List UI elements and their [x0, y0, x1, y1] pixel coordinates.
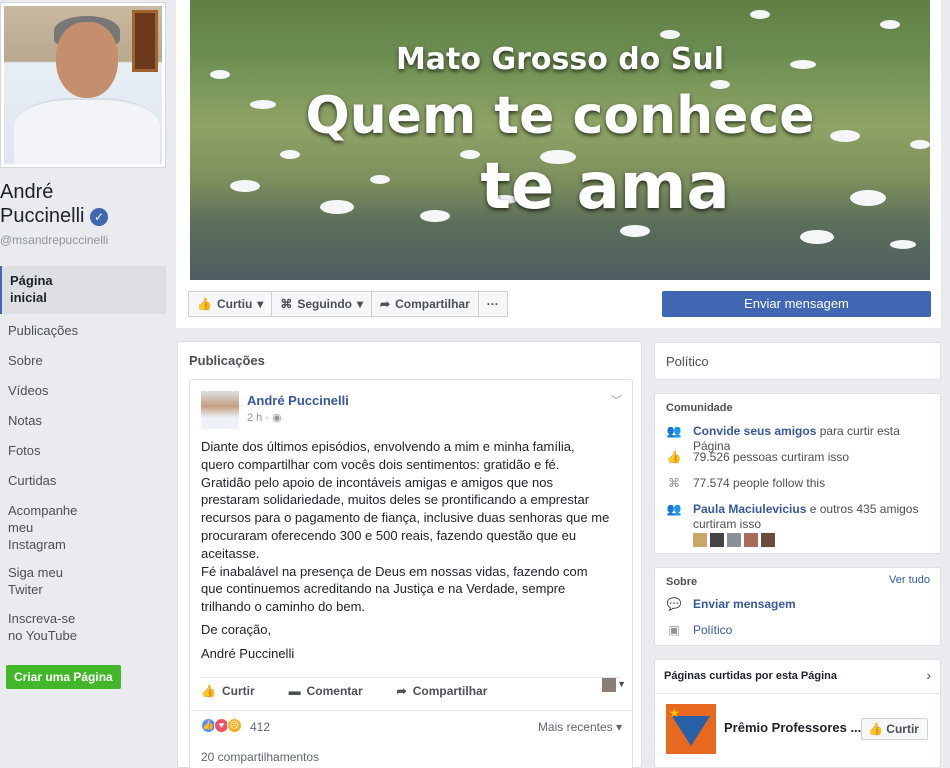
- nav-item-youtube[interactable]: Inscreva-se no YouTube: [0, 606, 166, 652]
- rss-icon: ⌘: [668, 476, 680, 490]
- rss-icon: ⌘: [280, 297, 293, 311]
- about-category-link[interactable]: Político: [693, 623, 732, 638]
- nav-item-posts[interactable]: Publicações: [0, 318, 166, 348]
- chevron-down-icon: ▾: [356, 297, 364, 311]
- post-card: André Puccinelli 2 h · ◉ ﹀ Diante dos úl…: [189, 379, 633, 768]
- see-all-link[interactable]: Ver tudo: [889, 574, 930, 586]
- post-options-chevron-icon[interactable]: ﹀: [611, 392, 622, 408]
- send-message-button[interactable]: Enviar mensagem: [662, 291, 931, 317]
- nav-item-home[interactable]: Página inicial: [0, 266, 166, 314]
- post-like-button[interactable]: 👍 Curtir: [201, 684, 255, 698]
- verified-badge-icon: ✓: [90, 208, 109, 226]
- about-category-row: ▣ Político: [666, 623, 936, 638]
- globe-icon: ◉: [272, 412, 282, 424]
- chevron-down-icon[interactable]: ▼: [617, 679, 626, 689]
- chevron-down-icon: ▾: [257, 297, 264, 311]
- comment-bubble-icon: ▬: [288, 683, 301, 698]
- profile-photo[interactable]: [0, 2, 166, 168]
- messenger-icon: 💬: [666, 597, 682, 611]
- category-tag-icon: ▣: [668, 623, 680, 637]
- thumbs-up-icon: 👍: [666, 450, 682, 464]
- likes-count-row: 👍 79.526 pessoas curtiram isso: [666, 450, 850, 464]
- about-title: Sobre: [666, 576, 698, 588]
- cover-title-line1: Mato Grosso do Sul: [395, 42, 725, 77]
- like-page-button[interactable]: 👍 Curtiu ▾: [189, 292, 273, 316]
- nav-item-notes[interactable]: Notas: [0, 408, 166, 438]
- post-signature: André Puccinelli: [201, 646, 295, 661]
- followers-count-row: ⌘ 77.574 people follow this: [668, 476, 826, 490]
- category-card: Político: [654, 342, 941, 380]
- post-body-text: Diante dos últimos episódios, envolvendo…: [201, 439, 610, 615]
- friends-facepile[interactable]: [693, 533, 775, 547]
- nav-item-videos[interactable]: Vídeos: [0, 378, 166, 408]
- cover-title-line2: Quem te conhece: [305, 86, 815, 146]
- posts-section: Publicações André Puccinelli 2 h · ◉ ﹀ D…: [177, 341, 642, 768]
- post-action-bar: 👍 Curtir ▬ Comentar ➦ Compartilhar: [201, 677, 621, 703]
- thumbs-up-icon: 👍: [201, 683, 216, 698]
- nav-item-twitter[interactable]: Siga meu Twiter: [0, 560, 166, 606]
- share-arrow-icon: ➦: [396, 683, 407, 698]
- liked-page-like-button[interactable]: 👍 Curtir: [861, 718, 928, 740]
- comments-sort-dropdown[interactable]: Mais recentes ▾: [538, 720, 622, 734]
- more-options-button[interactable]: ···: [479, 292, 507, 316]
- about-send-message-link[interactable]: Enviar mensagem: [693, 597, 796, 612]
- thumbs-up-icon: 👍: [868, 722, 883, 736]
- page-action-bar: 👍 Curtiu ▾ ⌘ Seguindo ▾ ➦ Compartilhar ···: [188, 291, 508, 317]
- page-name[interactable]: André Puccinelli ✓: [0, 180, 176, 228]
- cover-title-line3: te ama: [480, 150, 730, 224]
- thumbs-up-icon: 👍: [197, 297, 212, 311]
- left-sidebar: André Puccinelli ✓ @msandrepuccinelli Pá…: [0, 0, 176, 768]
- people-icon: 👥: [666, 502, 682, 516]
- page-category[interactable]: Político: [666, 354, 709, 369]
- chevron-right-icon[interactable]: ›: [926, 667, 931, 683]
- post-author-avatar[interactable]: [201, 391, 239, 429]
- cover-photo[interactable]: Mato Grosso do Sul Quem te conhece te am…: [190, 0, 930, 280]
- liked-page-logo[interactable]: ★: [666, 704, 716, 754]
- post-closing: De coração,: [201, 622, 272, 637]
- nav-item-photos[interactable]: Fotos: [0, 438, 166, 468]
- reactions-count[interactable]: 412: [250, 720, 270, 734]
- post-as-avatar[interactable]: [602, 678, 616, 692]
- community-card: Comunidade 👥 Convide seus amigos para cu…: [654, 393, 941, 554]
- nav-item-about[interactable]: Sobre: [0, 348, 166, 378]
- liked-pages-title: Páginas curtidas por esta Página: [664, 670, 838, 682]
- liked-pages-card: Páginas curtidas por esta Página › ★ Prê…: [654, 659, 941, 768]
- about-message-row: 💬 Enviar mensagem: [666, 597, 936, 612]
- create-page-button[interactable]: Criar uma Página: [6, 665, 121, 689]
- posts-section-title: Publicações: [189, 353, 265, 368]
- cover-card: Mato Grosso do Sul Quem te conhece te am…: [176, 0, 941, 328]
- post-timestamp[interactable]: 2 h · ◉: [247, 411, 282, 424]
- about-card: Sobre Ver tudo 💬 Enviar mensagem ▣ Polít…: [654, 567, 941, 646]
- friend-name-link[interactable]: Paula Maciulevicius: [693, 502, 806, 516]
- friends-like-row: 👥 Paula Maciulevicius e outros 435 amigo…: [666, 502, 919, 531]
- sad-reaction-icon[interactable]: ☹: [227, 718, 242, 733]
- page-handle[interactable]: @msandrepuccinelli: [0, 233, 108, 247]
- post-author-name[interactable]: André Puccinelli: [247, 393, 349, 408]
- liked-page-name[interactable]: Prêmio Professores ...: [724, 720, 861, 735]
- shares-count[interactable]: 20 compartilhamentos: [201, 750, 319, 764]
- post-share-button[interactable]: ➦ Compartilhar: [397, 684, 488, 698]
- nav-item-instagram[interactable]: Acompanhe meu Instagram: [0, 498, 166, 560]
- follow-page-button[interactable]: ⌘ Seguindo ▾: [272, 292, 373, 316]
- community-title[interactable]: Comunidade: [666, 402, 733, 414]
- post-comment-button[interactable]: ▬ Comentar: [289, 684, 363, 698]
- nav-item-likes[interactable]: Curtidas: [0, 468, 166, 498]
- page-nav: Página inicial Publicações Sobre Vídeos …: [0, 266, 166, 652]
- share-page-button[interactable]: ➦ Compartilhar: [372, 292, 479, 316]
- invite-friends-link[interactable]: Convide seus amigos: [693, 424, 816, 438]
- share-arrow-icon: ➦: [380, 297, 391, 311]
- post-reactions-bar: 👍 ♥ ☹ 412 Mais recentes ▾: [190, 710, 632, 740]
